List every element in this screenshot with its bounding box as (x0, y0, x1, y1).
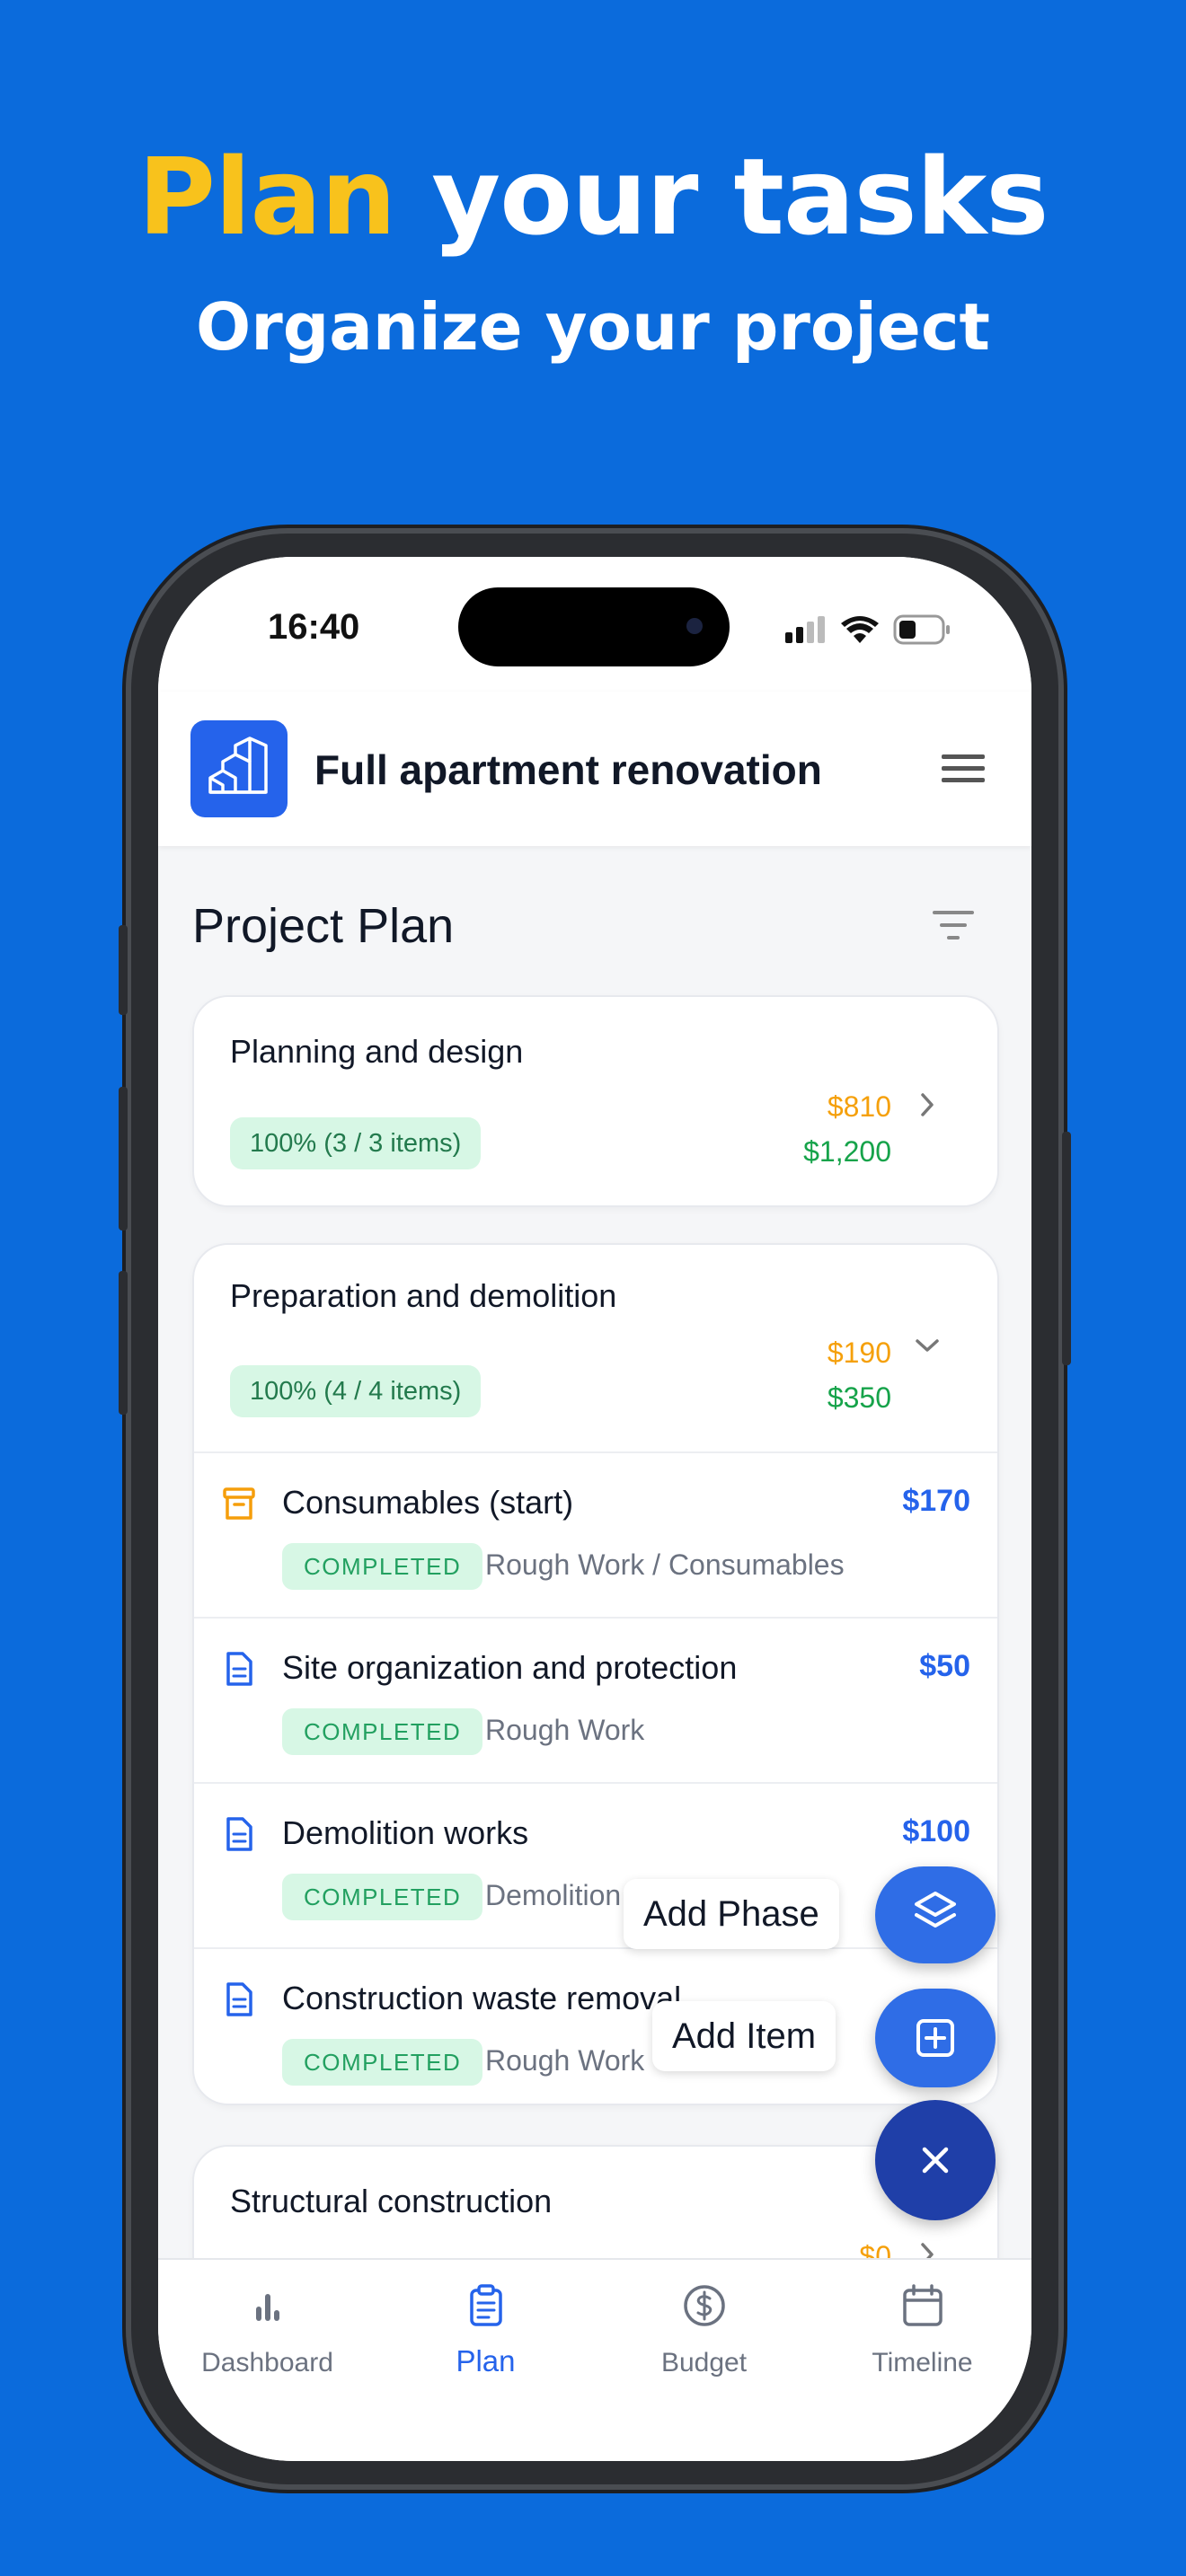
promo-headline-rest: your tasks (431, 135, 1049, 259)
promo-subtitle: Organize your project (196, 289, 990, 365)
phone-mute-button (119, 925, 128, 1015)
status-time: 16:40 (268, 607, 360, 647)
calendar-icon (903, 2284, 943, 2326)
app-logo-icon (190, 720, 288, 817)
archive-icon (223, 1487, 255, 1520)
item-name: Demolition works (282, 1814, 529, 1851)
add-phase-button[interactable] (875, 1866, 996, 1963)
layers-icon (915, 1892, 956, 1928)
front-camera (686, 618, 703, 634)
add-item-label[interactable]: Add Item (652, 2001, 836, 2071)
phase-spent: $190 (827, 1337, 891, 1369)
progress-badge: 100% (3 / 3 items) (230, 1117, 482, 1169)
bar-chart-icon (256, 2294, 279, 2321)
hamburger-menu-icon[interactable] (942, 751, 985, 787)
close-fab-button[interactable] (875, 2100, 996, 2220)
phase-name: Structural construction (230, 2183, 553, 2219)
status-badge: COMPLETED (282, 1708, 483, 1755)
item-price: $100 (902, 1814, 970, 1848)
phase-spent: $810 (827, 1090, 891, 1123)
chevron-right-icon[interactable] (915, 1092, 940, 1117)
phase-card-expanded[interactable]: Preparation and demolition 100% (4 / 4 i… (192, 1243, 999, 2105)
app-header: Full apartment renovation (158, 692, 1031, 846)
tab-label: Budget (660, 2348, 748, 2378)
item-name: Construction waste removal (282, 1980, 682, 2016)
progress-badge: 100% (4 / 4 items) (230, 1365, 482, 1417)
promo-headline-highlight: Plan (137, 135, 397, 259)
list-item[interactable]: Site organization and protection $50 COM… (194, 1617, 997, 1784)
item-category: Rough Work (485, 1714, 645, 1746)
add-phase-label[interactable]: Add Phase (624, 1879, 839, 1949)
close-icon (922, 2147, 949, 2174)
phone-volume-up-button (119, 1087, 128, 1231)
battery-icon (893, 614, 950, 645)
tab-label: Timeline (872, 2348, 973, 2378)
tab-dashboard[interactable]: Dashboard (158, 2260, 376, 2386)
cellular-signal-icon (785, 616, 825, 643)
phone-screen: 16:40 Full apartment renovation Project … (158, 557, 1031, 2461)
phase-budget: $1,200 (803, 1135, 891, 1168)
clipboard-icon (470, 2284, 502, 2326)
item-category: Demolition (485, 1879, 622, 1911)
add-item-button[interactable] (875, 1989, 996, 2087)
dollar-circle-icon (684, 2285, 725, 2326)
tab-budget[interactable]: Budget (595, 2260, 813, 2386)
item-name: Consumables (start) (282, 1484, 574, 1521)
tab-timeline[interactable]: Timeline (813, 2260, 1031, 2386)
phase-name: Planning and design (230, 1033, 524, 1070)
project-title: Full apartment renovation (314, 746, 822, 793)
status-badge: COMPLETED (282, 1543, 483, 1590)
chevron-down-icon[interactable] (915, 1333, 940, 1358)
plus-square-icon (916, 2019, 954, 2057)
status-badge: COMPLETED (282, 1874, 483, 1920)
tab-label: Dashboard (201, 2348, 333, 2378)
document-icon (226, 1817, 252, 1851)
item-category: Rough Work (485, 2044, 645, 2077)
phase-card[interactable]: Planning and design 100% (3 / 3 items) $… (192, 995, 999, 1207)
filter-icon[interactable] (931, 907, 976, 943)
phase-name: Preparation and demolition (230, 1277, 617, 1314)
status-bar: 16:40 (158, 557, 1031, 692)
item-price: $50 (919, 1649, 970, 1683)
wifi-icon (841, 616, 879, 643)
document-icon (226, 1982, 252, 2016)
document-icon (226, 1652, 252, 1686)
phone-volume-down-button (119, 1271, 128, 1415)
list-item[interactable]: Consumables (start) $170 COMPLETED Rough… (194, 1451, 997, 1619)
phase-budget: $350 (827, 1381, 891, 1414)
page-title: Project Plan (192, 899, 455, 953)
item-category: Rough Work / Consumables (485, 1548, 845, 1581)
promo-headline: Plan your tasks (0, 135, 1186, 259)
tab-plan[interactable]: Plan (376, 2260, 595, 2386)
bottom-tab-bar: Dashboard Plan Budget Timeline (158, 2258, 1031, 2461)
status-badge: COMPLETED (282, 2039, 483, 2086)
item-name: Site organization and protection (282, 1649, 738, 1686)
phone-power-button (1062, 1132, 1071, 1365)
item-price: $170 (902, 1484, 970, 1518)
tab-label: Plan (456, 2344, 516, 2378)
